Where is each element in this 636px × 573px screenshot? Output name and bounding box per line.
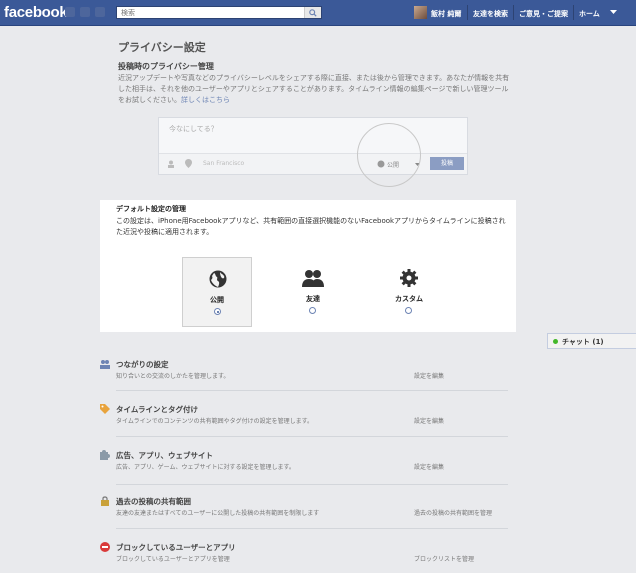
- messages-icon[interactable]: [80, 7, 90, 17]
- radio-public[interactable]: [214, 308, 221, 315]
- option-friends[interactable]: 友達: [278, 257, 348, 327]
- manage-block-list-link[interactable]: ブロックリストを管理: [414, 554, 474, 563]
- section-description-text: 近況アップデートや写真などのプライバシーレベルをシェアする際に直接、または後から…: [118, 74, 510, 104]
- friends-icon: [302, 270, 324, 287]
- notifications-icon[interactable]: [95, 7, 105, 17]
- section-description: 近況アップデートや写真などのプライバシーレベルをシェアする際に直接、または後から…: [118, 73, 510, 106]
- home-link[interactable]: ホーム: [579, 9, 600, 19]
- default-privacy-panel: デフォルト設定の管理 この設定は、iPhone用Facebookアプリなど、共有…: [100, 200, 516, 332]
- settings-row-desc: 知り合いとの交流のしかたを管理します。: [116, 373, 230, 380]
- radio-custom[interactable]: [405, 307, 412, 314]
- search-icon: [309, 8, 317, 17]
- online-status-icon: [553, 339, 558, 344]
- settings-row-title: タイムラインとタグ付け: [116, 405, 198, 414]
- divider: [116, 484, 508, 485]
- default-privacy-desc: この設定は、iPhone用Facebookアプリなど、共有範囲の直接選択機能のな…: [116, 217, 506, 236]
- manage-past-posts-link[interactable]: 過去の投稿の共有範囲を管理: [414, 508, 492, 517]
- feedback-link[interactable]: ご意見・ご提案: [519, 9, 568, 19]
- learn-more-link[interactable]: 詳しくはこちら: [181, 96, 230, 104]
- post-button[interactable]: 投稿: [430, 157, 464, 170]
- option-public[interactable]: 公開: [182, 257, 252, 327]
- notification-jewels: [65, 7, 105, 17]
- chevron-down-icon[interactable]: [610, 10, 617, 15]
- globe-icon: [209, 270, 227, 288]
- settings-row-title: つながりの設定: [116, 360, 169, 369]
- puzzle-icon: [100, 450, 110, 460]
- lock-icon: [101, 496, 109, 506]
- location-text: San Francisco: [203, 160, 245, 167]
- tag-icon: [100, 404, 110, 414]
- edit-settings-link[interactable]: 設定を編集: [414, 462, 444, 471]
- radio-friends[interactable]: [309, 307, 316, 314]
- search-input[interactable]: [117, 7, 301, 18]
- settings-row-title: ブロックしているユーザーとアプリ: [116, 543, 236, 552]
- option-custom[interactable]: カスタム: [374, 257, 444, 327]
- settings-row-desc: ブロックしているユーザーとアプリを管理: [116, 556, 230, 563]
- option-label: 公開: [210, 296, 224, 304]
- find-friends-link[interactable]: 友達を検索: [473, 9, 508, 19]
- option-label: 友達: [306, 295, 320, 303]
- settings-row-title: 過去の投稿の共有範囲: [116, 497, 191, 506]
- highlight-circle: [357, 123, 421, 187]
- composer-placeholder[interactable]: 今なにしてる？: [169, 124, 218, 134]
- search-box: [116, 6, 322, 19]
- nav-divider: [573, 5, 574, 20]
- location-icon[interactable]: [185, 159, 192, 168]
- chat-tab[interactable]: チャット (1): [547, 333, 636, 349]
- people-icon: [100, 360, 110, 369]
- friend-requests-icon[interactable]: [65, 7, 75, 17]
- block-icon: [100, 542, 110, 552]
- page-title: プライバシー設定: [118, 41, 206, 54]
- divider: [116, 528, 508, 529]
- status-composer: 今なにしてる？ San Francisco 公開 投稿: [158, 117, 468, 175]
- nav-divider: [467, 5, 468, 20]
- section-title: 投稿時のプライバシー管理: [118, 62, 214, 71]
- settings-row-desc: 友達の友達またはすべてのユーザーに公開した投稿の共有範囲を制限します: [116, 510, 320, 517]
- search-button[interactable]: [304, 7, 321, 18]
- edit-settings-link[interactable]: 設定を編集: [414, 371, 444, 380]
- divider: [116, 436, 508, 437]
- settings-row-desc: 広告、アプリ、ゲーム、ウェブサイトに対する設定を管理します。: [116, 464, 295, 471]
- profile-link[interactable]: 飯村 純爾: [431, 9, 461, 19]
- settings-row-desc: タイムラインでのコンテンツの共有範囲やタグ付けの設定を管理します。: [116, 418, 313, 425]
- facebook-logo[interactable]: facebook: [4, 4, 68, 21]
- avatar[interactable]: [414, 6, 427, 19]
- gear-icon: [400, 269, 418, 287]
- edit-settings-link[interactable]: 設定を編集: [414, 416, 444, 425]
- divider: [116, 390, 508, 391]
- settings-row-title: 広告、アプリ、ウェブサイト: [116, 451, 214, 460]
- nav-divider: [513, 5, 514, 20]
- option-label: カスタム: [395, 295, 423, 303]
- default-privacy-title: デフォルト設定の管理: [116, 205, 186, 213]
- top-bar: facebook 飯村 純爾 友達を検索 ご意見・ご提案 ホーム: [0, 0, 636, 26]
- tag-friends-icon[interactable]: [167, 160, 175, 168]
- chat-label: チャット (1): [562, 338, 604, 346]
